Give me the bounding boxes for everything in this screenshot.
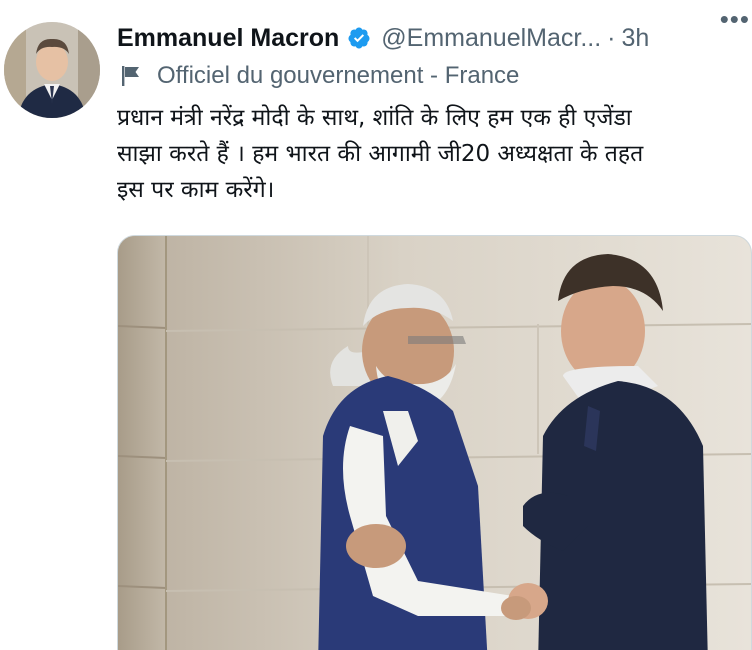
author-display-name[interactable]: Emmanuel Macron: [117, 24, 339, 53]
avatar-photo-icon: [4, 22, 100, 118]
author-avatar[interactable]: [4, 22, 100, 118]
more-options-button[interactable]: •••: [720, 4, 750, 35]
government-label-text: Officiel du gouvernement - France: [157, 62, 520, 89]
flag-icon: [122, 66, 139, 86]
tweet-timestamp[interactable]: 3h: [622, 24, 650, 53]
tweet-text-line: प्रधान मंत्री नरेंद्र मोदी के साथ, शांति…: [117, 105, 632, 131]
tweet-header: Emmanuel Macron @EmmanuelMacr... · 3h: [117, 18, 752, 58]
tweet-text-line: साझा करते हैं । हम भारत की आगामी जी20 अध…: [117, 141, 644, 167]
tweet-photo[interactable]: [117, 235, 752, 650]
government-label[interactable]: Officiel du gouvernement - France: [119, 60, 519, 92]
tweet-text-line: इस पर काम करेंगे।: [117, 177, 275, 203]
separator-dot: ·: [607, 23, 616, 52]
author-handle[interactable]: @EmmanuelMacr...: [381, 24, 601, 53]
tweet: Emmanuel Macron @EmmanuelMacr... · 3h ••…: [0, 0, 752, 650]
handshake-photo-icon: [118, 236, 751, 650]
verified-badge-icon: [348, 27, 370, 49]
tweet-text: प्रधान मंत्री नरेंद्र मोदी के साथ, शांति…: [117, 100, 747, 208]
